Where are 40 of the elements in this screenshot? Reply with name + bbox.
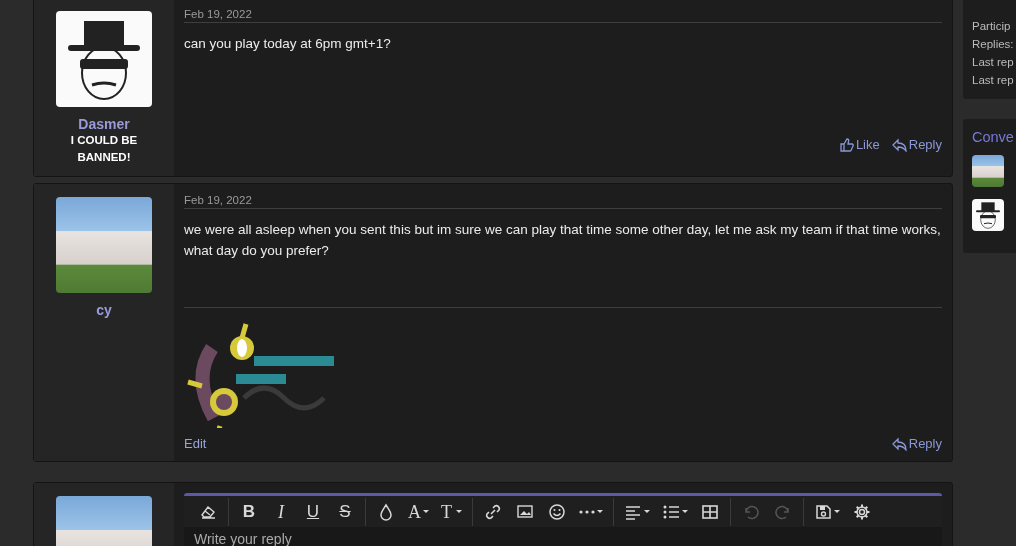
font-button[interactable]: A [402, 497, 435, 526]
info-label: Particip [972, 19, 1012, 34]
username-link[interactable]: cy [96, 302, 112, 318]
smiley-icon [548, 502, 566, 521]
user-title: I COULD BE BANNED! [69, 133, 139, 165]
like-link[interactable]: Like [838, 137, 880, 152]
strike-button[interactable]: S [329, 497, 361, 526]
thumbs-up-icon [838, 137, 854, 152]
info-label: Last rep [972, 73, 1015, 88]
ellipsis-icon [579, 509, 595, 514]
link-icon [484, 502, 502, 521]
info-label: Last rep [972, 55, 1015, 70]
underline-button[interactable]: U [297, 497, 329, 526]
caret-icon [644, 510, 650, 513]
caret-icon [682, 510, 688, 513]
post-date[interactable]: Feb 19, 2022 [184, 194, 942, 209]
avatar-silhouette[interactable] [972, 199, 1004, 231]
photo-placeholder[interactable] [972, 155, 1004, 187]
gear-icon [853, 502, 871, 521]
reply-link[interactable]: Reply [891, 137, 942, 152]
caret-icon [597, 510, 603, 513]
italic-button[interactable]: I [265, 497, 297, 526]
size-button[interactable]: T [435, 497, 468, 526]
reply-arrow-icon [891, 137, 907, 152]
image-icon [516, 502, 534, 521]
caret-icon [423, 510, 429, 513]
username-link[interactable]: Dasmer [78, 116, 130, 132]
reply-arrow-icon [891, 436, 907, 451]
caret-icon [456, 510, 462, 513]
post-date[interactable]: Feb 19, 2022 [184, 8, 942, 23]
table-icon [701, 502, 719, 521]
edit-link[interactable]: Edit [184, 436, 207, 451]
info-label: Replies: [972, 37, 1015, 52]
droplet-icon [377, 502, 395, 521]
panel-title: Conve [972, 129, 1015, 145]
bold-button[interactable]: B [233, 497, 265, 526]
post-text: can you play today at 6pm gmt+1? [184, 35, 392, 53]
reply-link[interactable]: Reply [891, 436, 942, 451]
caret-icon [834, 510, 840, 513]
post-text: we were all asleep when you sent this but im sure we can play that time some other day, let me ask my team if that time works, what day do you prefer? [184, 221, 942, 260]
